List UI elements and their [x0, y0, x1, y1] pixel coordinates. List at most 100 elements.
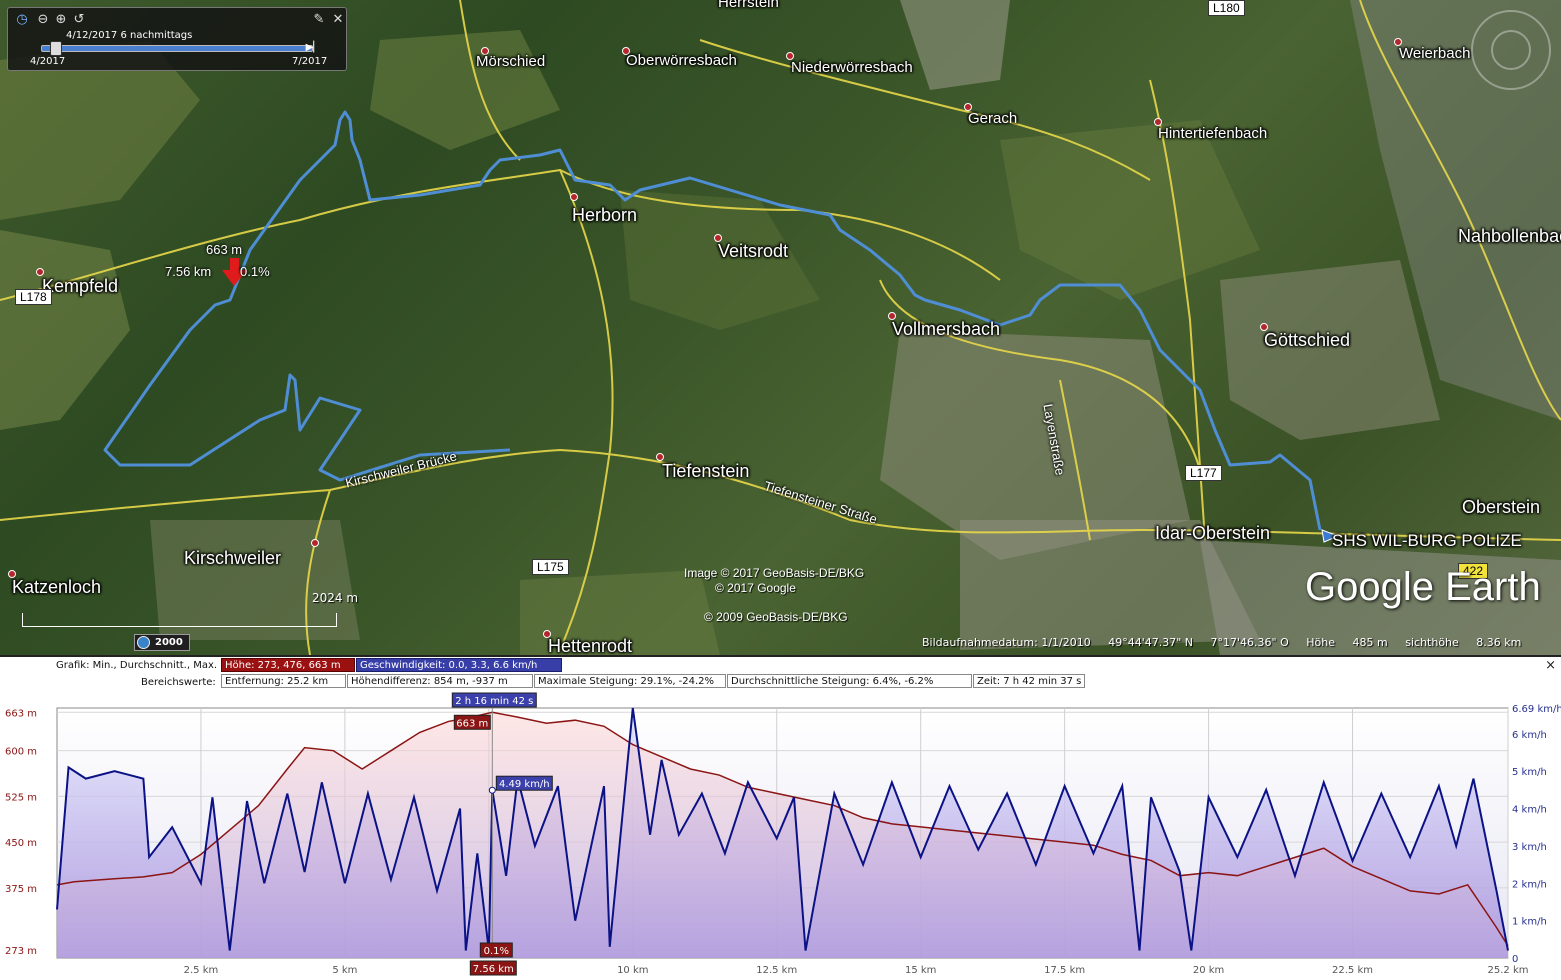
marker-elevation: 663 m	[206, 242, 243, 257]
zoom-out-time-icon[interactable]: ⊖	[35, 12, 51, 28]
elevation-chart[interactable]: 663 m 600 m 525 m 450 m 375 m 273 m 6.69 km/h 6…	[0, 692, 1561, 980]
poi-label[interactable]: SHS WIL-BURG POLIZE	[1332, 531, 1522, 551]
place-oberwoerresbach[interactable]: Oberwörresbach	[626, 52, 737, 69]
time-slider-start: 4/2017	[30, 56, 66, 67]
marker-grade: 0.1%	[240, 264, 270, 279]
time-stat: Zeit: 7 h 42 min 37 s	[973, 674, 1085, 688]
google-earth-logo: Google Earth	[1305, 565, 1541, 609]
place-tiefenstein[interactable]: Tiefenstein	[662, 461, 749, 482]
compass-icon[interactable]	[1491, 30, 1531, 70]
time-slider-end: 7/2017	[292, 56, 328, 67]
cursor-grade-label: 0.1%	[484, 946, 509, 957]
cursor-time-label: 2 h 16 min 42 s	[455, 696, 533, 707]
longitude: 7°17'46.36" O	[1210, 636, 1289, 649]
time-slider-panel: ◷ ⊖ ⊕ ↺ ✎ ✕ 4/12/2017 6 nachmittags ▶▏ 4…	[7, 7, 347, 71]
elevation-profile-panel: × Grafik: Min., Durchschnitt., Max. Höhe…	[0, 655, 1561, 980]
google-credit: © 2017 Google	[715, 581, 796, 595]
place-weierbach[interactable]: Weierbach	[1399, 45, 1470, 62]
x-tick-label: 22.5 km	[1332, 965, 1373, 976]
place-kempfeld[interactable]: Kempfeld	[42, 276, 118, 297]
eye-altitude-value: 8.36 km	[1476, 636, 1522, 649]
y-right-tick-label: 6.69 km/h	[1512, 704, 1561, 715]
x-tick-label: 25.2 km	[1488, 965, 1529, 976]
status-bar: Bildaufnahmedatum: 1/1/2010 49°44'47.37"…	[922, 636, 1535, 649]
cursor-speed-label: 4.49 km/h	[499, 779, 550, 790]
place-oberstein[interactable]: Oberstein	[1462, 497, 1540, 518]
cursor-distance-label: 7.56 km	[473, 964, 514, 975]
y-right-tick-label: 2 km/h	[1512, 879, 1547, 890]
elevation-value: 485 m	[1352, 636, 1388, 649]
y-left-tick-label: 663 m	[5, 708, 37, 719]
place-goettschied[interactable]: Göttschied	[1264, 330, 1350, 351]
place-nahbollenbach[interactable]: Nahbollenbac	[1458, 226, 1561, 247]
marker-distance: 7.56 km	[165, 264, 212, 279]
clock-icon[interactable]: ◷	[14, 12, 30, 28]
x-tick-label: 17.5 km	[1044, 965, 1085, 976]
clock-icon	[137, 636, 150, 649]
road-sign-l177: L177	[1185, 465, 1222, 481]
x-tick-label: 12.5 km	[756, 965, 797, 976]
place-moerschied[interactable]: Mörschied	[476, 53, 545, 70]
historical-imagery-year[interactable]: 2000	[134, 634, 190, 651]
history-icon[interactable]: ↺	[71, 12, 87, 28]
close-profile-icon[interactable]: ×	[1545, 658, 1556, 673]
y-left-tick-label: 375 m	[5, 884, 37, 895]
graph-label: Grafik: Min., Durchschnitt., Max.	[56, 660, 218, 671]
elevation-stats-toggle[interactable]: Höhe: 273, 476, 663 m	[221, 658, 355, 672]
y-left-tick-label: 273 m	[5, 946, 37, 957]
cursor-elevation-label: 663 m	[456, 718, 488, 729]
navigation-control[interactable]	[1471, 10, 1551, 90]
range-label: Bereichswerte:	[141, 677, 216, 688]
settings-wrench-icon[interactable]: ✎	[311, 12, 327, 28]
y-right-tick-label: 1 km/h	[1512, 917, 1547, 928]
basis-credit: © 2009 GeoBasis-DE/BKG	[704, 610, 848, 624]
place-idar-oberstein[interactable]: Idar-Oberstein	[1155, 523, 1270, 544]
place-dot	[311, 539, 319, 547]
play-icon[interactable]: ▶▏	[306, 42, 321, 53]
y-right-tick-label: 0	[1512, 954, 1518, 965]
zoom-in-time-icon[interactable]: ⊕	[53, 12, 69, 28]
y-right-tick-label: 5 km/h	[1512, 767, 1547, 778]
scale-bar	[22, 613, 337, 627]
distance-stat: Entfernung: 25.2 km	[221, 674, 346, 688]
imagery-date: Bildaufnahmedatum: 1/1/2010	[922, 636, 1091, 649]
y-left-tick-label: 600 m	[5, 747, 37, 758]
place-herrstein[interactable]: Herrstein	[718, 0, 779, 11]
road-sign-l175: L175	[532, 559, 569, 575]
x-tick-label: 10 km	[617, 965, 648, 976]
speed-stats-toggle[interactable]: Geschwindigkeit: 0.0, 3.3, 6.6 km/h	[356, 658, 562, 672]
avg-slope-stat: Durchschnittliche Steigung: 6.4%, -6.2%	[727, 674, 972, 688]
place-niederwoerresbach[interactable]: Niederwörresbach	[791, 59, 913, 76]
place-hettenrodt[interactable]: Hettenrodt	[548, 636, 632, 655]
x-tick-label: 2.5 km	[184, 965, 219, 976]
place-dot	[656, 453, 664, 461]
x-tick-label: 20 km	[1193, 965, 1224, 976]
close-icon[interactable]: ✕	[330, 12, 346, 28]
scale-label: 2024 m	[312, 591, 359, 605]
place-hintertiefenbach[interactable]: Hintertiefenbach	[1158, 125, 1267, 142]
x-tick-label: 15 km	[905, 965, 936, 976]
google-earth-window: Mörschied Oberwörresbach Niederwörresbac…	[0, 0, 1561, 980]
image-credit: Image © 2017 GeoBasis-DE/BKG	[684, 566, 865, 580]
place-vollmersbach[interactable]: Vollmersbach	[892, 319, 1000, 340]
elevation-label: Höhe	[1306, 636, 1336, 649]
place-katzenloch[interactable]: Katzenloch	[12, 577, 101, 598]
elevation-diff-stat: Höhendifferenz: 854 m, -937 m	[347, 674, 533, 688]
x-tick-label: 5 km	[332, 965, 357, 976]
y-left-tick-label: 450 m	[5, 838, 37, 849]
y-right-tick-label: 6 km/h	[1512, 730, 1547, 741]
max-slope-stat: Maximale Steigung: 29.1%, -24.2%	[534, 674, 726, 688]
place-kirschweiler[interactable]: Kirschweiler	[184, 548, 281, 569]
place-veitsrodt[interactable]: Veitsrodt	[718, 241, 788, 262]
place-gerach[interactable]: Gerach	[968, 110, 1017, 127]
place-herborn[interactable]: Herborn	[572, 205, 637, 226]
place-dot	[570, 193, 578, 201]
latitude: 49°44'47.37" N	[1108, 636, 1194, 649]
map-view[interactable]: Mörschied Oberwörresbach Niederwörresbac…	[0, 0, 1561, 655]
time-slider-thumb[interactable]	[50, 41, 62, 56]
year-label: 2000	[155, 637, 183, 648]
place-dot	[36, 268, 44, 276]
y-right-tick-label: 4 km/h	[1512, 805, 1547, 816]
time-slider-track[interactable]	[41, 45, 313, 52]
cursor-speed-point	[488, 786, 496, 794]
